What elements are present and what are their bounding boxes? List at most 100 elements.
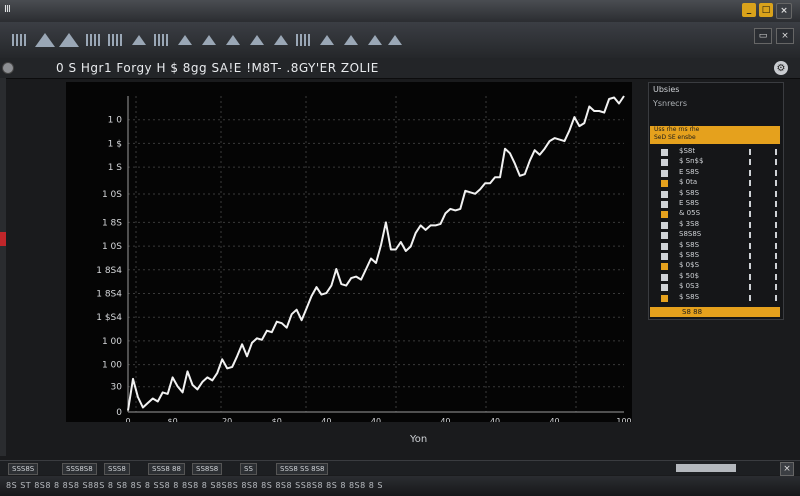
- y-tick-label: 1 0: [108, 116, 123, 126]
- x-tick-label: 40: [371, 417, 381, 422]
- arrow-up-icon: [274, 35, 288, 45]
- x-tick-label: 40: [321, 417, 331, 422]
- left-sidebar-strip: [0, 78, 6, 456]
- row-marker: [775, 253, 777, 259]
- bars-icon: [154, 34, 168, 46]
- status-tab[interactable]: SSS8 SS 8S8: [276, 463, 329, 475]
- color-swatch: [661, 242, 668, 250]
- panel-toggle-button[interactable]: ▭: [754, 28, 772, 44]
- toolbar-grid2-button[interactable]: [292, 30, 314, 50]
- color-swatch: [661, 190, 668, 198]
- panel-close-button[interactable]: ×: [776, 28, 794, 44]
- color-swatch: [661, 211, 668, 219]
- row-marker: [775, 273, 777, 280]
- watchlist-item-label: $ 0ta: [679, 178, 698, 187]
- watchlist-item-label: & 05S: [679, 209, 701, 218]
- toolbar-up4-button[interactable]: [246, 30, 268, 50]
- maximize-button[interactable]: □: [759, 3, 773, 17]
- toolbar-bars-button[interactable]: [82, 30, 104, 50]
- row-marker: [775, 294, 777, 301]
- chart-header-bar: 0 S Hgr1 Forgy H $ 8gg SA!E !M8T- .8GY'E…: [0, 58, 800, 79]
- color-swatch: [661, 232, 668, 240]
- toolbar-zoom-out-button[interactable]: [150, 30, 172, 50]
- status-tab[interactable]: SSS8 88: [148, 463, 185, 475]
- watchlist-item[interactable]: $ 0ta: [649, 178, 781, 189]
- status-tab[interactable]: SSS8S8: [62, 463, 97, 475]
- toolbar-up-button[interactable]: [174, 30, 196, 50]
- toolbar-up2-button[interactable]: [198, 30, 220, 50]
- toolbar-up5-button[interactable]: [270, 30, 292, 50]
- status-tab[interactable]: SSS8: [104, 463, 130, 475]
- watchlist-item[interactable]: $ 0S3: [649, 282, 781, 293]
- toolbar-up6-button[interactable]: [316, 30, 338, 50]
- toolbar-bars2-button[interactable]: [104, 30, 126, 50]
- price-chart[interactable]: 0 30 1 00 1 00 1 $S4 1 8S4 1 8S4 1 0S 1 8S 1 0S 1 …: [66, 82, 632, 422]
- row-marker: [749, 169, 751, 176]
- watchlist-item-label: $ 0S3: [679, 282, 700, 291]
- watchlist-item[interactable]: S8S8S: [649, 230, 781, 241]
- watchlist-item[interactable]: $ S8S: [649, 251, 781, 262]
- mountain-icon: [59, 33, 79, 47]
- arrow-up-icon: [250, 35, 264, 45]
- minimize-button[interactable]: _: [742, 3, 756, 17]
- color-swatch: [661, 201, 668, 208]
- arrow-up-icon: [132, 35, 146, 45]
- watchlist-item-label: $ S8S: [679, 292, 700, 301]
- x-tick-label: 40: [490, 417, 500, 422]
- close-button[interactable]: ×: [776, 3, 792, 19]
- row-marker: [775, 284, 777, 291]
- watchlist-item[interactable]: $ Sn$$: [649, 157, 781, 168]
- row-marker: [749, 180, 751, 187]
- x-tick-label: $0: [168, 417, 178, 422]
- x-tick-label: 20: [222, 417, 232, 422]
- alert-marker: [0, 232, 6, 246]
- color-swatch: [661, 159, 668, 167]
- watchlist-footer-text: S8 88: [682, 308, 703, 316]
- record-icon[interactable]: [2, 62, 14, 74]
- row-marker: [775, 221, 777, 228]
- bars-icon: [86, 34, 100, 46]
- gear-icon[interactable]: ⚙: [774, 61, 788, 75]
- y-tick-label: 1 $S4: [96, 313, 122, 323]
- chart-title: 0 S Hgr1 Forgy H $ 8gg SA!E !M8T- .8GY'E…: [56, 61, 379, 75]
- watchlist-item[interactable]: $ S8S: [649, 293, 781, 304]
- row-marker: [749, 211, 751, 218]
- watchlist-item[interactable]: E S8S: [649, 168, 781, 179]
- watchlist-item[interactable]: $ S8S: [649, 241, 781, 252]
- watchlist-item-label: $ S8S: [679, 188, 700, 197]
- row-marker: [749, 232, 751, 239]
- watchlist-header-row[interactable]: Uss rhe rns rhe SeD SE ensbe: [650, 126, 780, 144]
- app-title: Ⅲ: [4, 4, 12, 15]
- watchlist-item[interactable]: $ 50$: [649, 272, 781, 283]
- toolbar-up3-button[interactable]: [222, 30, 244, 50]
- color-swatch: [661, 263, 668, 271]
- toolbar-zoom-in-button[interactable]: [128, 30, 150, 50]
- toolbar-up9-button[interactable]: [384, 30, 406, 50]
- status-tab[interactable]: SSS8S: [8, 463, 39, 475]
- toolbar-chart-button[interactable]: [34, 30, 56, 50]
- toolbar-chart2-button[interactable]: [58, 30, 80, 50]
- row-marker: [749, 190, 751, 197]
- row-marker: [775, 180, 777, 187]
- watchlist-item[interactable]: $ 0$S: [649, 261, 781, 272]
- toolbar-up7-button[interactable]: [340, 30, 362, 50]
- horizontal-scrollbar[interactable]: [676, 464, 736, 472]
- watchlist-title: Ubsies: [653, 85, 680, 94]
- watchlist-footer: S8 88: [650, 307, 780, 317]
- watchlist-item-label: $ 3S8: [679, 219, 700, 228]
- watchlist-item[interactable]: $ 3S8: [649, 220, 781, 231]
- watchlist-item[interactable]: E S8S: [649, 199, 781, 210]
- window-controls: _ □ ×: [742, 3, 792, 19]
- chart-svg: 0301 001 001 $S41 8S41 8S41 0S1 8S1 0S1 …: [96, 95, 632, 422]
- watchlist-item[interactable]: $S8t: [649, 147, 781, 158]
- status-tab[interactable]: SS8S8: [192, 463, 223, 475]
- y-tick-label: 0: [116, 408, 122, 418]
- arrow-up-icon: [368, 35, 382, 45]
- watchlist-item[interactable]: & 05S: [649, 209, 781, 220]
- row-marker: [749, 263, 751, 270]
- status-tab[interactable]: SS: [240, 463, 257, 475]
- close-icon[interactable]: ×: [780, 462, 794, 476]
- toolbar-up8-button[interactable]: [364, 30, 386, 50]
- watchlist-item[interactable]: $ S8S: [649, 189, 781, 200]
- toolbar-grid-button[interactable]: [8, 30, 30, 50]
